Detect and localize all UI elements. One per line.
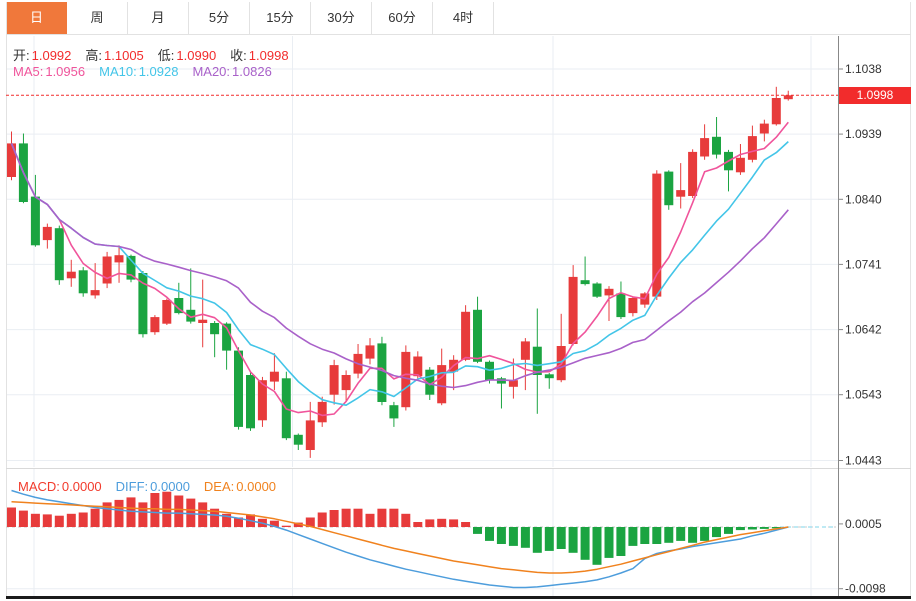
high-value: 1.1005 xyxy=(104,48,144,63)
ma-legend: MA5: 1.0956 MA10: 1.0928 MA20: 1.0826 xyxy=(13,64,286,79)
ma10-label: MA10: xyxy=(99,64,137,79)
ma5-value: 1.0956 xyxy=(45,64,86,79)
open-value: 1.0992 xyxy=(31,48,72,63)
tab-4时[interactable]: 4时 xyxy=(433,2,494,34)
diff-value: 0.0000 xyxy=(150,479,190,494)
price-axis-label: 1.0443 xyxy=(845,454,882,468)
high-label: 高: xyxy=(85,48,103,63)
right-axis: 1.1038 1.0939 1.0840 1.0741 1.0642 1.0543 1.04… xyxy=(838,36,886,596)
tabbar-divider xyxy=(6,34,911,35)
chart-canvas: 1.1038 1.0939 1.0840 1.0741 1.0642 1.0543 1.04… xyxy=(6,2,911,596)
macd-axis-label: 0.0005 xyxy=(845,517,882,531)
ma20-label: MA20: xyxy=(192,64,231,79)
price-axis-label: 1.0939 xyxy=(845,127,882,141)
macd-legend: MACD: 0.0000 DIFF: 0.0000 DEA: 0.0000 xyxy=(18,479,290,494)
tab-月[interactable]: 月 xyxy=(128,2,189,34)
price-axis-label: 1.0543 xyxy=(845,388,882,402)
tab-日[interactable]: 日 xyxy=(6,2,67,34)
low-label: 低: xyxy=(157,48,175,63)
macd-label: MACD: xyxy=(18,479,60,494)
tab-5分[interactable]: 5分 xyxy=(189,2,250,34)
macd-histogram xyxy=(7,491,781,565)
forex-candlestick-widget: 1.1038 1.0939 1.0840 1.0741 1.0642 1.0543 1.04… xyxy=(0,0,916,601)
candlesticks xyxy=(7,86,793,458)
macd-axis-label: -0.0098 xyxy=(845,582,886,596)
last-price-badge: 1.0998 xyxy=(839,87,911,104)
ma5-label: MA5: xyxy=(13,64,44,79)
macd-value: 0.0000 xyxy=(61,479,102,494)
diff-label: DIFF: xyxy=(115,479,149,494)
dea-label: DEA: xyxy=(203,479,235,494)
low-value: 1.0990 xyxy=(176,48,217,63)
tab-60分[interactable]: 60分 xyxy=(372,2,433,34)
tab-15分[interactable]: 15分 xyxy=(250,2,311,34)
close-value: 1.0998 xyxy=(248,48,289,63)
price-axis-label: 1.0741 xyxy=(845,257,882,271)
tab-30分[interactable]: 30分 xyxy=(311,2,372,34)
timeframe-tabbar: 日周月 5分 15分 30分 60分 4时 xyxy=(6,2,494,34)
tab-周[interactable]: 周 xyxy=(67,2,128,34)
price-axis-label: 1.0642 xyxy=(845,323,882,337)
close-label: 收: xyxy=(230,48,247,63)
open-label: 开: xyxy=(13,48,30,63)
dea-value: 0.0000 xyxy=(236,479,277,494)
ohlc-legend: 开: 1.0992 高: 1.1005 低: 1.0990 收: 1.0998 xyxy=(13,45,303,64)
price-axis-label: 1.0840 xyxy=(845,192,882,206)
bottom-border xyxy=(6,596,911,599)
ma20-value: 1.0826 xyxy=(232,64,272,79)
ma10-value: 1.0928 xyxy=(138,64,179,79)
price-axis-label: 1.1038 xyxy=(845,62,882,76)
